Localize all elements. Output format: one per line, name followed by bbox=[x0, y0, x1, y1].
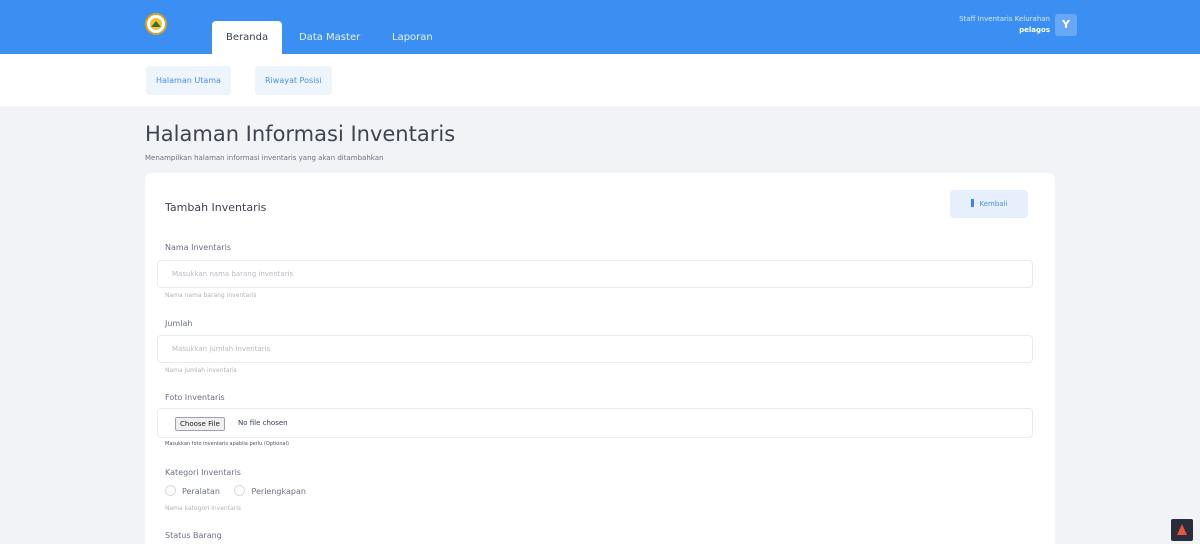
choose-file-button[interactable]: Choose File bbox=[175, 417, 225, 431]
foto-file-input[interactable]: Choose File No file chosen bbox=[157, 408, 1033, 438]
jumlah-input[interactable]: Masukkan jumlah inventaris bbox=[157, 335, 1033, 363]
file-status: No file chosen bbox=[238, 419, 288, 427]
radio-perlengkapan-label: Perlengkapan bbox=[251, 487, 306, 496]
jumlah-label: Jumlah bbox=[165, 319, 193, 328]
tab-laporan[interactable]: Laporan bbox=[378, 21, 447, 54]
page-title: Halaman Informasi Inventaris bbox=[145, 122, 456, 146]
nama-input[interactable]: Masukkan nama barang inventaris bbox=[157, 260, 1033, 288]
kategori-label: Kategori Inventaris bbox=[165, 468, 241, 477]
back-button[interactable]: Kembali bbox=[950, 190, 1028, 218]
sub-navbar: Halaman Utama Riwayat Posisi bbox=[0, 54, 1200, 106]
avatar[interactable]: Y bbox=[1055, 14, 1077, 36]
subnav-riwayat-posisi[interactable]: Riwayat Posisi bbox=[255, 66, 332, 95]
kategori-help: Nama kategori inventaris bbox=[165, 505, 242, 512]
user-info[interactable]: Staff Inventaris Kelurahan pelagos bbox=[959, 14, 1050, 36]
jumlah-help: Nama jumlah inventaris bbox=[165, 367, 237, 374]
kategori-radio-group: Peralatan Perlengkapan bbox=[165, 485, 318, 496]
user-name: pelagos bbox=[1019, 26, 1050, 34]
back-icon bbox=[970, 199, 974, 207]
form-card: Tambah Inventaris Kembali Nama Inventari… bbox=[145, 173, 1055, 544]
foto-help: Masukkan foto inventaris apabila perlu (… bbox=[165, 441, 289, 447]
radio-peralatan-label: Peralatan bbox=[182, 487, 220, 496]
subnav-halaman-utama[interactable]: Halaman Utama bbox=[146, 66, 231, 95]
corner-logo-icon[interactable] bbox=[1171, 519, 1193, 541]
page-subtitle: Menampilkan halaman informasi inventaris… bbox=[145, 154, 384, 162]
nama-help: Nama nama barang inventaris bbox=[165, 292, 257, 299]
nama-label: Nama Inventaris bbox=[165, 243, 231, 252]
top-navbar: Beranda Data Master Laporan Staff Invent… bbox=[0, 0, 1200, 54]
back-button-label: Kembali bbox=[979, 200, 1008, 208]
user-role: Staff Inventaris Kelurahan bbox=[959, 15, 1050, 23]
radio-peralatan[interactable] bbox=[165, 485, 176, 496]
foto-label: Foto Inventaris bbox=[165, 393, 225, 402]
card-title: Tambah Inventaris bbox=[165, 201, 267, 214]
radio-perlengkapan[interactable] bbox=[234, 485, 246, 496]
logo-icon[interactable] bbox=[145, 13, 167, 35]
tab-beranda[interactable]: Beranda bbox=[212, 21, 283, 54]
status-label: Status Barang bbox=[165, 531, 222, 540]
tab-data-master[interactable]: Data Master bbox=[285, 21, 374, 54]
